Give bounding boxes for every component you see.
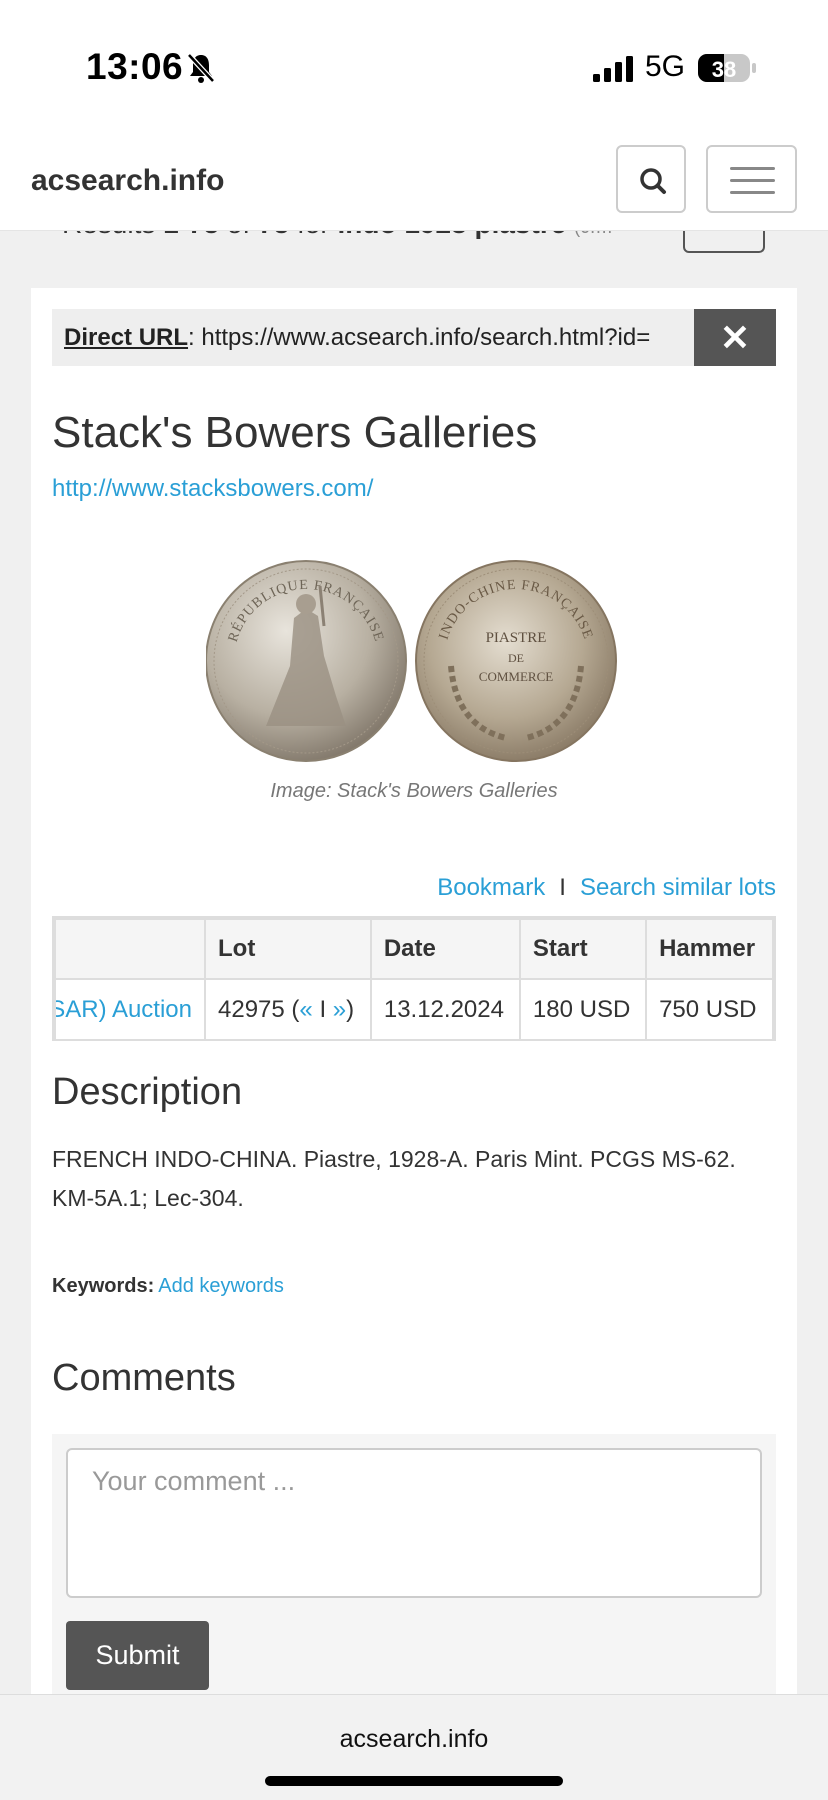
table-row: SAR) Auction 42975 (« I ») 13.12.2024 18… [54,978,774,1039]
description-heading: Description [52,1071,243,1113]
close-icon[interactable]: ✕ [694,309,776,366]
auction-house-name: Stack's Bowers Galleries [52,408,538,457]
hammer-price-cell: 750 USD [645,978,774,1039]
browser-address-bar[interactable]: acsearch.info [0,1694,828,1800]
battery-icon: 38 [698,54,756,82]
start-price-cell: 180 USD [518,978,648,1039]
bell-muted-icon [187,53,215,83]
direct-url-label: Direct URL [64,324,189,351]
status-bar: 13:06 5G 38 [0,0,828,130]
direct-url-bar: Direct URL: https://www.acsearch.info/se… [52,309,776,366]
image-caption: Image: Stack's Bowers Galleries [270,780,558,802]
auction-name-link[interactable]: SAR) Auction [54,978,206,1039]
add-keywords-link[interactable]: Add keywords [158,1275,284,1297]
site-header: acsearch.info [0,130,828,231]
actions-separator: I [559,874,566,901]
bookmark-link[interactable]: Bookmark [437,874,545,901]
lot-table: Lot Date Start Hammer SAR) Auction 42975… [52,916,776,1041]
hamburger-icon [730,167,775,170]
auction-house-link[interactable]: http://www.stacksbowers.com/ [52,475,373,503]
direct-url-field[interactable]: Direct URL: https://www.acsearch.info/se… [64,324,664,352]
svg-text:PIASTRE: PIASTRE [486,630,547,646]
lot-number-cell: 42975 (« I ») [204,978,372,1039]
address-bar-url[interactable]: acsearch.info [0,1725,828,1754]
svg-text:COMMERCE: COMMERCE [479,669,553,684]
comment-input[interactable] [66,1448,762,1598]
col-header-auction [54,918,206,980]
direct-url-value: : https://www.acsearch.info/search.html?… [188,324,651,351]
site-brand[interactable]: acsearch.info [31,164,224,198]
svg-text:DE: DE [508,651,524,665]
col-header-lot: Lot [204,918,372,980]
comments-heading: Comments [52,1357,236,1399]
submit-button[interactable]: Submit [66,1621,209,1690]
description-text: FRENCH INDO-CHINA. Piastre, 1928-A. Pari… [52,1146,736,1211]
keywords-label: Keywords: [52,1275,155,1297]
date-cell: 13.12.2024 [369,978,521,1039]
col-header-hammer: Hammer [645,918,774,980]
col-header-date: Date [369,918,521,980]
signal-icon [593,56,633,82]
search-similar-link[interactable]: Search similar lots [580,874,776,901]
lot-detail-card: Direct URL: https://www.acsearch.info/se… [31,288,797,1700]
lot-actions: Bookmark I Search similar lots [437,874,776,902]
search-button[interactable] [616,145,686,213]
keywords-row: Keywords: Add keywords [52,1275,284,1298]
menu-toggle-button[interactable] [706,145,797,213]
table-header-row: Lot Date Start Hammer [54,918,774,980]
coin-image[interactable]: RÉPUBLIQUE FRANÇAISE INDO-CHINE FRANÇAIS… [206,556,626,766]
battery-level: 38 [712,57,736,82]
col-header-start: Start [518,918,648,980]
network-type: 5G [645,50,686,83]
status-time: 13:06 [86,46,184,87]
next-lot-link[interactable]: » [333,996,346,1023]
prev-lot-link[interactable]: « [299,996,312,1023]
comment-form: Submit [52,1434,776,1700]
search-icon [640,168,666,194]
home-indicator[interactable] [265,1776,563,1786]
